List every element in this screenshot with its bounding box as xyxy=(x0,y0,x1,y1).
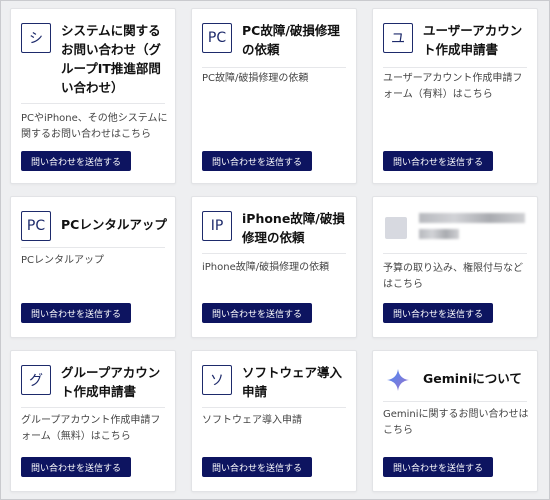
submit-inquiry-button[interactable]: 問い合わせを送信する xyxy=(202,303,312,323)
card-title: システムに関するお問い合わせ（グループIT推進部問い合わせ） xyxy=(61,23,162,95)
card-description: グループアカウント作成申請フォーム（無料）はこちら xyxy=(21,415,161,442)
submit-inquiry-button[interactable]: 問い合わせを送信する xyxy=(383,151,493,171)
card-description: ソフトウェア導入申請 xyxy=(202,415,302,426)
card-description: PCやiPhone、その他システムに関するお問い合わせはこちら xyxy=(21,113,168,140)
user-account-icon: ユ xyxy=(383,23,413,53)
card-user-account: ユ ユーザーアカウント作成申請書 ユーザーアカウント作成申請フォーム（有料）はこ… xyxy=(372,8,538,184)
divider xyxy=(21,407,165,408)
card-title: iPhone故障/破損修理の依頼 xyxy=(242,211,345,245)
card-description: PCレンタルアップ xyxy=(21,255,105,266)
card-description: iPhone故障/破損修理の依頼 xyxy=(202,262,330,273)
gemini-star-icon xyxy=(383,365,413,395)
system-icon: シ xyxy=(21,23,51,53)
card-system-inquiry: シ システムに関するお問い合わせ（グループIT推進部問い合わせ） PCやiPho… xyxy=(10,8,176,184)
group-account-icon: グ xyxy=(21,365,51,395)
divider xyxy=(383,253,527,254)
blurred-title xyxy=(419,213,525,239)
submit-inquiry-button[interactable]: 問い合わせを送信する xyxy=(21,151,131,171)
divider xyxy=(202,407,346,408)
submit-inquiry-button[interactable]: 問い合わせを送信する xyxy=(383,303,493,323)
divider xyxy=(383,401,527,402)
submit-inquiry-button[interactable]: 問い合わせを送信する xyxy=(21,457,131,477)
card-description: ユーザーアカウント作成申請フォーム（有料）はこちら xyxy=(383,73,523,100)
card-description: Geminiに関するお問い合わせはこちら xyxy=(383,409,529,436)
divider xyxy=(383,67,527,68)
submit-inquiry-button[interactable]: 問い合わせを送信する xyxy=(202,457,312,477)
card-title: グループアカウント作成申請書 xyxy=(61,365,161,399)
card-title: PCレンタルアップ xyxy=(61,217,167,232)
submit-inquiry-button[interactable]: 問い合わせを送信する xyxy=(202,151,312,171)
card-pc-rental: PC PCレンタルアップ PCレンタルアップ 問い合わせを送信する xyxy=(10,196,176,338)
pc-icon: PC xyxy=(202,23,232,53)
card-budget: 予算の取り込み、権限付与などはこちら 問い合わせを送信する xyxy=(372,196,538,338)
card-title: Geminiについて xyxy=(423,371,522,386)
card-group-account: グ グループアカウント作成申請書 グループアカウント作成申請フォーム（無料）はこ… xyxy=(10,350,176,492)
divider xyxy=(21,103,165,104)
blurred-icon xyxy=(385,217,407,239)
card-gemini: Geminiについて Geminiに関するお問い合わせはこちら 問い合わせを送信… xyxy=(372,350,538,492)
card-description: 予算の取り込み、権限付与などはこちら xyxy=(383,263,523,290)
pc-icon: PC xyxy=(21,211,51,241)
card-title: PC故障/破損修理の依頼 xyxy=(242,23,340,57)
software-icon: ソ xyxy=(202,365,232,395)
divider xyxy=(202,67,346,68)
card-pc-repair: PC PC故障/破損修理の依頼 PC故障/破損修理の依頼 問い合わせを送信する xyxy=(191,8,357,184)
card-title: ユーザーアカウント作成申請書 xyxy=(423,23,523,57)
card-iphone-repair: IP iPhone故障/破損修理の依頼 iPhone故障/破損修理の依頼 問い合… xyxy=(191,196,357,338)
card-title: ソフトウェア導入申請 xyxy=(242,365,343,399)
submit-inquiry-button[interactable]: 問い合わせを送信する xyxy=(21,303,131,323)
divider xyxy=(21,247,165,248)
submit-inquiry-button[interactable]: 問い合わせを送信する xyxy=(383,457,493,477)
card-software: ソ ソフトウェア導入申請 ソフトウェア導入申請 問い合わせを送信する xyxy=(191,350,357,492)
divider xyxy=(202,253,346,254)
card-description: PC故障/破損修理の依頼 xyxy=(202,73,309,84)
iphone-icon: IP xyxy=(202,211,232,241)
